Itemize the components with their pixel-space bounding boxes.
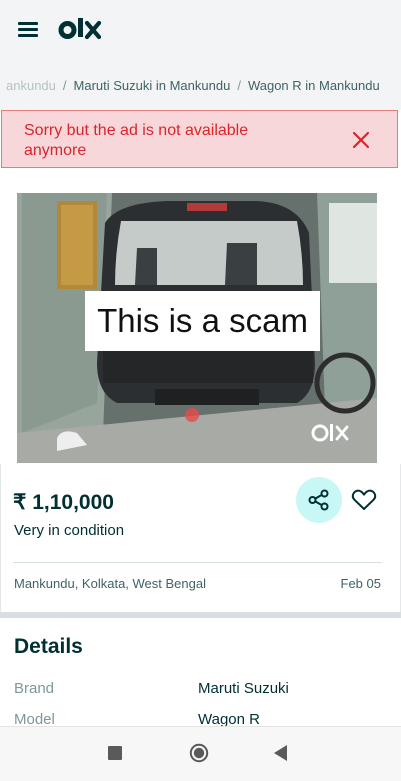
breadcrumb: ankundu / Maruti Suzuki in Mankundu / Wagon … xyxy=(0,62,401,110)
system-navigation-bar xyxy=(0,726,401,781)
section-separator xyxy=(0,612,401,618)
breadcrumb-item-brand[interactable]: Maruti Suzuki in Mankundu xyxy=(74,78,231,93)
listing-price: ₹ 1,10,000 xyxy=(13,491,114,514)
listing-card xyxy=(0,464,401,614)
scam-overlay-label: This is a scam xyxy=(85,291,320,351)
details-heading: Details xyxy=(14,635,83,658)
listing-location: Mankundu, Kolkata, West Bengal xyxy=(14,576,206,591)
listing-date: Feb 05 xyxy=(340,576,381,591)
share-icon xyxy=(308,489,329,511)
breadcrumb-item-model[interactable]: Wagon R in Mankundu xyxy=(248,78,380,93)
card-divider xyxy=(13,562,382,563)
breadcrumb-separator: / xyxy=(62,78,67,93)
triangle-back-icon[interactable] xyxy=(273,744,289,762)
alert-message: Sorry but the ad is not available anymor… xyxy=(24,122,249,159)
breadcrumb-separator: / xyxy=(237,78,241,93)
square-recents-icon[interactable] xyxy=(108,746,122,760)
breadcrumb-item-location[interactable]: ankundu xyxy=(6,78,56,93)
listing-title: Very in condition xyxy=(14,522,125,539)
circle-home-icon[interactable] xyxy=(189,743,209,763)
hamburger-menu-icon[interactable] xyxy=(18,22,40,38)
olx-logo[interactable] xyxy=(58,14,104,46)
heart-icon[interactable] xyxy=(351,488,377,512)
app-header xyxy=(0,0,401,62)
share-button[interactable] xyxy=(296,477,342,523)
close-icon[interactable] xyxy=(349,128,373,152)
ad-unavailable-alert: Sorry but the ad is not available anymor… xyxy=(1,110,398,168)
detail-label: Brand xyxy=(14,680,55,697)
detail-value: Maruti Suzuki xyxy=(198,680,289,697)
